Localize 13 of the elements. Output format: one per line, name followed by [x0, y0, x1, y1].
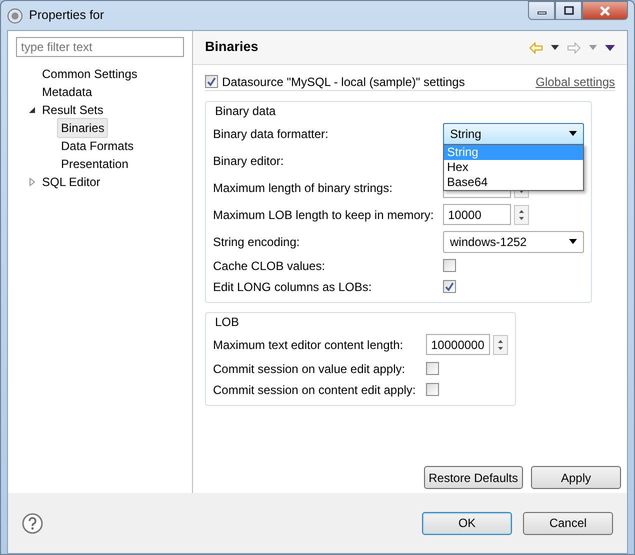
page-title: Binaries: [205, 38, 258, 56]
window-title: Properties for: [29, 7, 104, 24]
field-label: String encoding:: [213, 234, 301, 250]
field-label: Edit LONG columns as LOBs:: [213, 278, 373, 296]
field-label: Maximum LOB length to keep in memory:: [213, 206, 435, 224]
field-label: Binary data formatter:: [213, 126, 330, 142]
field-label: Binary editor:: [213, 152, 285, 170]
datasource-label: Datasource "MySQL - local (sample)" settings: [222, 74, 465, 90]
field-label: Commit session on value edit apply:: [213, 360, 406, 378]
field-label: Commit session on content edit apply:: [213, 382, 417, 398]
field-label: Maximum text editor content length:: [213, 336, 404, 354]
field-label: Cache CLOB values:: [213, 258, 326, 274]
field-label: Maximum length of binary strings:: [213, 180, 394, 196]
